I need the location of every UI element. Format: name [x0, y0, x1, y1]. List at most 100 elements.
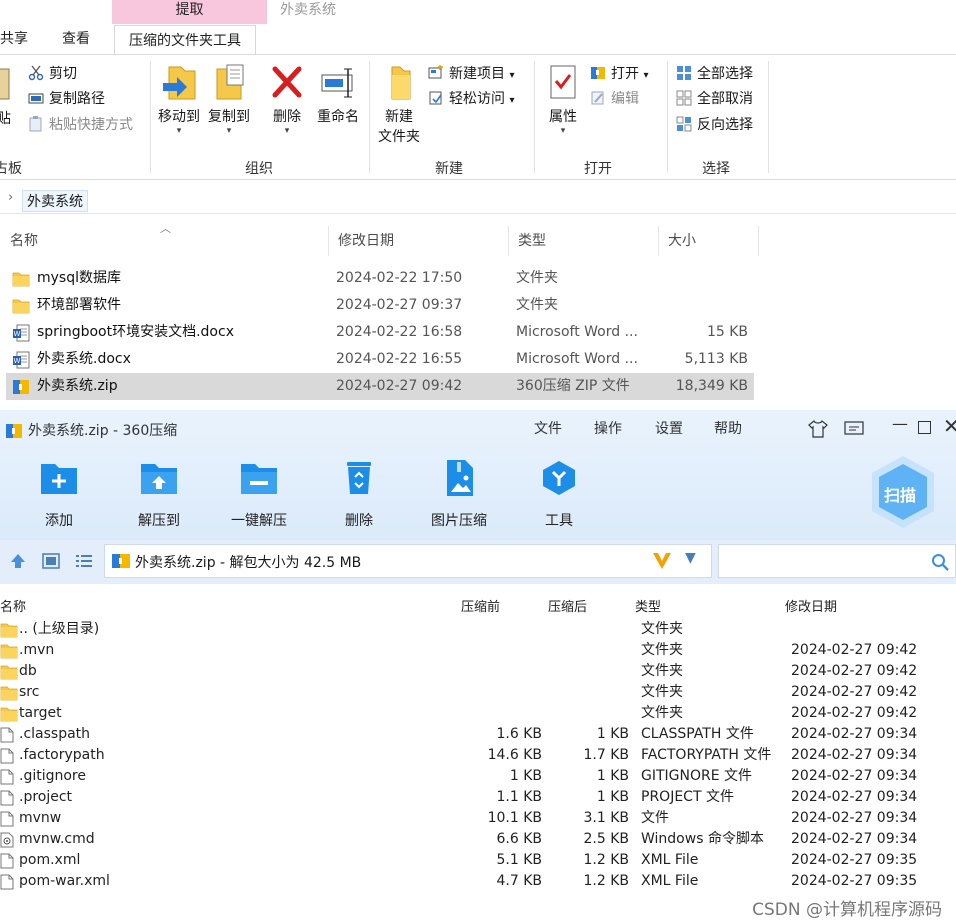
address-bar[interactable]: › 外卖系统: [0, 186, 956, 214]
invert-selection-button[interactable]: 反向选择: [676, 114, 753, 136]
new-item-button[interactable]: 新建项目 ▾: [428, 63, 514, 85]
tab-view[interactable]: 查看: [62, 24, 90, 54]
folder-icon: [12, 270, 30, 287]
chevron-down-icon: ▾: [509, 95, 515, 106]
image-compress-button[interactable]: 图片压缩: [421, 460, 497, 530]
copy-to-button[interactable]: 复制到 ▾: [206, 63, 252, 136]
scissors-icon: [28, 65, 44, 81]
skin-shirt-icon[interactable]: [808, 420, 828, 438]
svg-text:W: W: [14, 357, 21, 365]
column-modified[interactable]: 修改日期: [328, 224, 508, 258]
context-tab-extract[interactable]: 提取: [112, 0, 267, 24]
recycle-bin-icon: [347, 462, 371, 494]
zip-delete-button[interactable]: 删除: [321, 460, 397, 530]
zip-row[interactable]: mvnw 10.1 KB 3.1 KB 文件 2024-02-27 09:34: [0, 808, 956, 829]
menu-operate[interactable]: 操作: [594, 418, 622, 438]
ribbon-separator: [667, 61, 668, 173]
properties-button[interactable]: 属性 ▾: [540, 63, 586, 136]
menu-file[interactable]: 文件: [534, 418, 562, 438]
zip-row[interactable]: .mvn 文件夹 2024-02-27 09:42: [0, 640, 956, 661]
zip-search-input[interactable]: [718, 544, 956, 578]
file-modified: 2024-02-27 09:37: [336, 297, 463, 313]
file-name: 环境部署软件: [37, 297, 121, 313]
one-click-extract-button[interactable]: 一键解压: [221, 460, 297, 530]
close-icon[interactable]: ✕: [943, 414, 956, 438]
list-view-icon[interactable]: [75, 553, 93, 569]
tab-compressed-folder-tools[interactable]: 压缩的文件夹工具: [114, 25, 256, 55]
paste-label: 贴: [0, 111, 11, 127]
file-icon: [0, 811, 14, 827]
extract-to-button[interactable]: 解压到: [121, 460, 197, 530]
zip-column-after[interactable]: 压缩后: [548, 596, 587, 615]
delete-button[interactable]: 删除 ▾: [266, 63, 308, 136]
zip-row[interactable]: pom.xml 5.1 KB 1.2 KB XML File 2024-02-27 09…: [0, 850, 956, 871]
tools-button[interactable]: 工具: [521, 460, 597, 530]
zip-row[interactable]: mvnw.cmd 6.6 KB 2.5 KB Windows 命令脚本 2024-02-…: [0, 829, 956, 850]
one-click-extract-label: 一键解压: [231, 513, 287, 529]
scan-button[interactable]: 扫描: [868, 454, 938, 530]
zip-column-name[interactable]: 名称: [0, 596, 26, 615]
paste-button[interactable]: 贴: [0, 65, 14, 129]
zip-row[interactable]: .project 1.1 KB 1 KB PROJECT 文件 2024-02-27 0…: [0, 787, 956, 808]
delete-x-icon: [272, 66, 302, 98]
zip-column-type[interactable]: 类型: [635, 596, 661, 615]
add-label: 添加: [45, 513, 73, 529]
zip-row[interactable]: .gitignore 1 KB 1 KB GITIGNORE 文件 2024-02-27…: [0, 766, 956, 787]
copy-path-button[interactable]: 复制路径: [28, 88, 105, 110]
chevron-down-icon: ▾: [509, 70, 515, 81]
zip-row[interactable]: .. (上级目录) 文件夹: [0, 619, 956, 640]
edit-label: 编辑: [611, 91, 639, 107]
zip-column-before[interactable]: 压缩前: [461, 596, 500, 615]
zip-row[interactable]: src 文件夹 2024-02-27 09:42: [0, 682, 956, 703]
file-row[interactable]: Wspringboot环境安装文档.docx 2024-02-22 16:58 Mi…: [6, 319, 754, 346]
zip-file-name: .classpath: [19, 726, 91, 742]
zip-row[interactable]: .classpath 1.6 KB 1 KB CLASSPATH 文件 2024-02-…: [0, 724, 956, 745]
column-type[interactable]: 类型: [508, 224, 658, 258]
zip-window-title: 外卖系统.zip - 360压缩: [28, 423, 178, 439]
file-row[interactable]: 环境部署软件 2024-02-27 09:37 文件夹: [6, 292, 754, 319]
search-icon[interactable]: [931, 553, 949, 571]
zip-row[interactable]: pom-war.xml 4.7 KB 1.2 KB XML File 2024-02-2…: [0, 871, 956, 892]
cut-button[interactable]: 剪切: [28, 63, 77, 85]
file-type: 文件夹: [516, 270, 558, 286]
v-logo-icon[interactable]: [651, 551, 673, 571]
zip-row[interactable]: db 文件夹 2024-02-27 09:42: [0, 661, 956, 682]
feedback-icon[interactable]: [844, 421, 864, 437]
zip-file-type: 文件: [641, 810, 669, 826]
file-row[interactable]: 外卖系统.zip 2024-02-27 09:42 360压缩 ZIP 文件 18,3…: [6, 373, 754, 400]
breadcrumb-item[interactable]: 外卖系统: [22, 190, 88, 212]
ribbon-tabs: 共享 查看 压缩的文件夹工具: [0, 24, 956, 55]
easy-access-button[interactable]: 轻松访问 ▾: [428, 88, 514, 110]
zip-path-field[interactable]: 外卖系统.zip - 解包大小为 42.5 MB ▼: [104, 544, 712, 578]
add-button[interactable]: 添加: [21, 460, 97, 530]
paste-shortcut-button[interactable]: 粘贴快捷方式: [28, 114, 133, 136]
clipboard-icon: [0, 68, 10, 100]
rename-button[interactable]: 重命名: [314, 63, 362, 127]
column-separator[interactable]: [758, 226, 759, 256]
move-to-button[interactable]: 移动到 ▾: [156, 63, 202, 136]
select-none-button[interactable]: 全部取消: [676, 88, 753, 110]
dropdown-arrow-icon[interactable]: ▼: [685, 550, 696, 566]
open-button[interactable]: 打开 ▾: [590, 63, 648, 85]
zip-list-header: 名称 压缩前 压缩后 类型 修改日期: [0, 593, 956, 619]
maximize-icon[interactable]: [918, 421, 931, 434]
column-size[interactable]: 大小: [658, 224, 758, 258]
menu-help[interactable]: 帮助: [714, 418, 742, 438]
minimize-icon[interactable]: —: [892, 414, 908, 433]
thumbnail-view-icon[interactable]: [42, 553, 60, 569]
zip-file-name: .factorypath: [19, 747, 105, 763]
zip-row[interactable]: .factorypath 14.6 KB 1.7 KB FACTORYPATH 文件 2…: [0, 745, 956, 766]
group-label-open: 打开: [584, 161, 612, 177]
file-row[interactable]: W 外卖系统.docx 2024-02-22 16:55 Microsoft Word…: [6, 346, 754, 373]
zip-file-type: GITIGNORE 文件: [641, 768, 753, 784]
select-all-button[interactable]: 全部选择: [676, 63, 753, 85]
menu-settings[interactable]: 设置: [655, 418, 683, 438]
new-folder-button[interactable]: 新建 文件夹: [374, 63, 424, 147]
cut-label: 剪切: [49, 66, 77, 82]
tab-share[interactable]: 共享: [0, 24, 28, 54]
up-arrow-icon[interactable]: [10, 553, 26, 569]
file-row[interactable]: mysql数据库 2024-02-22 17:50 文件夹: [6, 265, 754, 292]
edit-button[interactable]: 编辑: [590, 88, 639, 110]
zip-column-modified[interactable]: 修改日期: [785, 596, 837, 615]
zip-row[interactable]: target 文件夹 2024-02-27 09:42: [0, 703, 956, 724]
